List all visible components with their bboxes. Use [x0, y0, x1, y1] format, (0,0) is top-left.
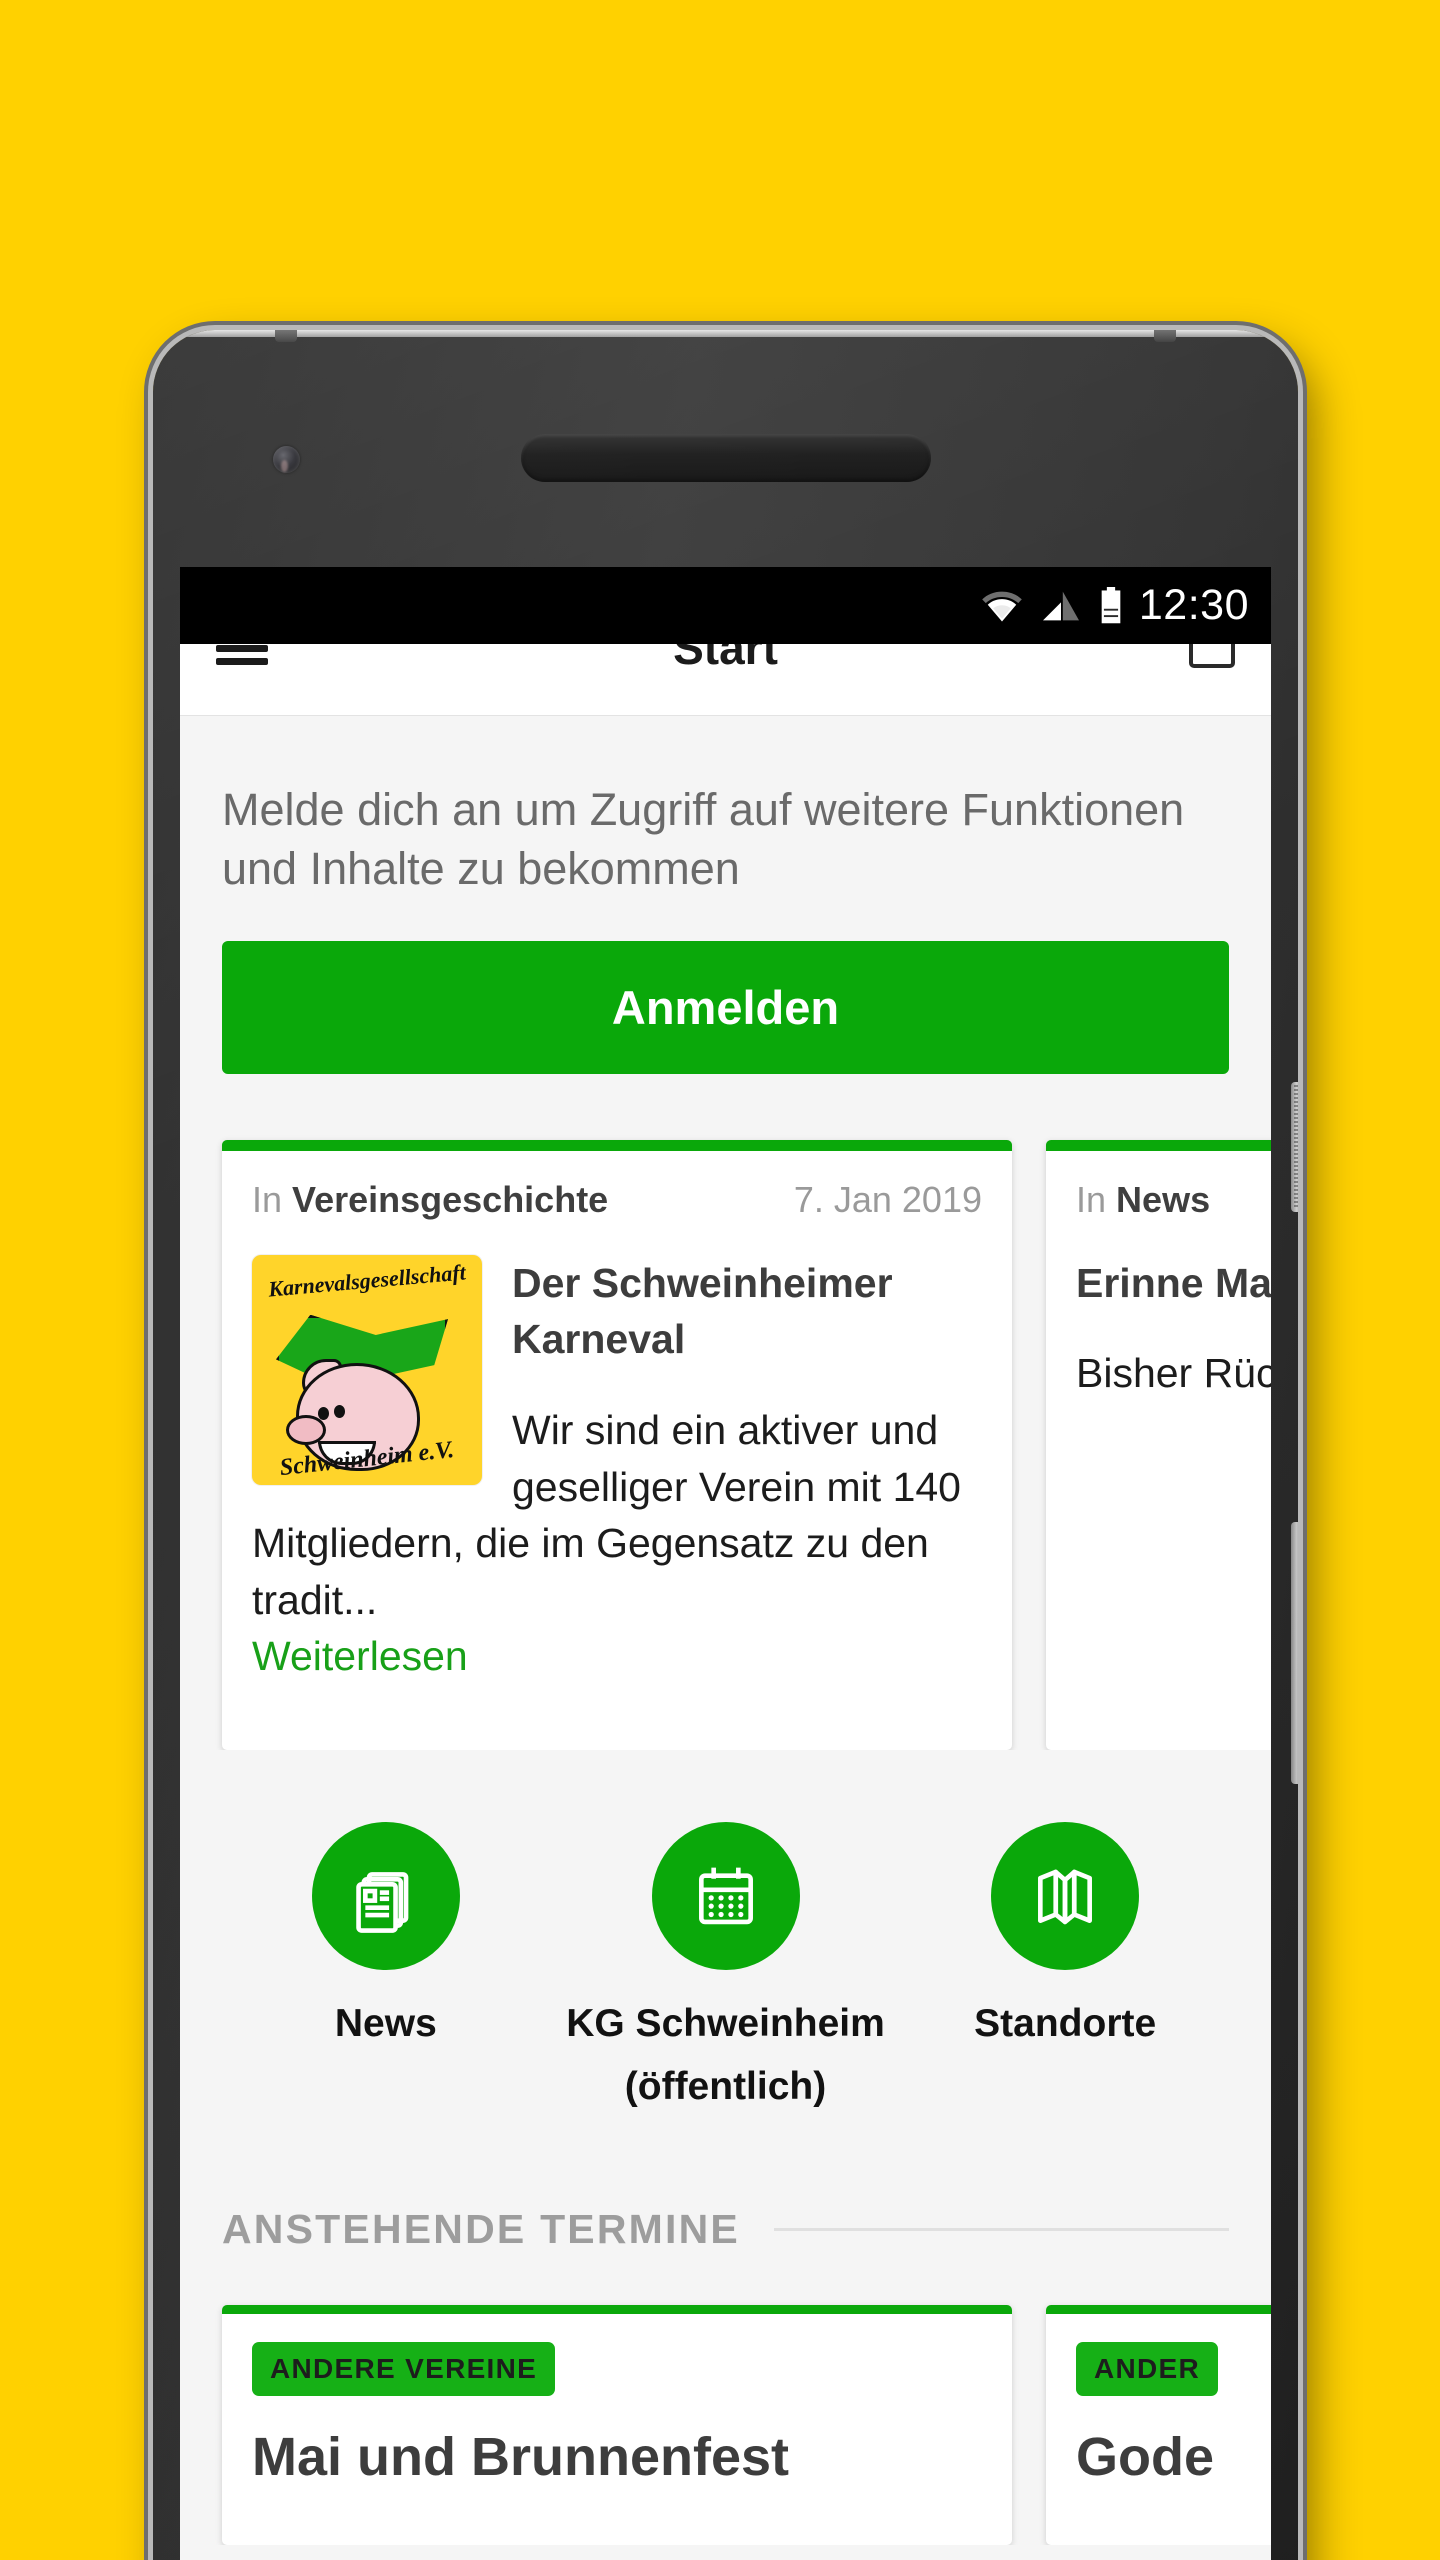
- quick-actions-row: News KG Schweinheim (öffentlich) Standor…: [180, 1750, 1271, 2118]
- event-title: Gode: [1076, 2427, 1215, 2488]
- battery-icon: [1101, 586, 1121, 623]
- wifi-icon: [982, 591, 1022, 621]
- event-title: Mai und Brunnenfest: [252, 2427, 789, 2488]
- event-badge: ANDERE VEREINE: [252, 2342, 556, 2397]
- section-divider: [773, 2228, 1229, 2232]
- logo-arc-top-text: Karnevalsgesellschaft: [267, 1259, 467, 1302]
- account-icon[interactable]: [1189, 644, 1235, 668]
- event-card[interactable]: ANDERE VEREINE Mai und Brunnenfest: [222, 2305, 1012, 2546]
- quick-action-news[interactable]: News: [216, 1821, 556, 2118]
- event-badge: ANDER: [1076, 2342, 1219, 2397]
- quick-action-label: News: [334, 2001, 437, 2045]
- news-card-title: Der Schweinheimer Karneval: [512, 1259, 893, 1363]
- news-card-body: Erinne Maske Bisher Rückn Wir w: [1076, 1255, 1271, 1402]
- karnevalsgesellschaft-schweinheim-logo: Karnevalsgesellschaft Schweinheim e.V.: [252, 1254, 482, 1485]
- news-card-in-label: In: [252, 1178, 283, 1220]
- status-bar: 12:30: [180, 567, 1271, 644]
- news-carousel[interactable]: In Vereinsgeschichte 7. Jan 2019 Karneva…: [180, 1074, 1271, 1750]
- quick-action-label: KG Schweinheim (öffentlich): [566, 2001, 885, 2108]
- section-title: ANSTEHENDE TERMINE: [222, 2206, 740, 2253]
- earpiece-speaker: [520, 434, 931, 482]
- main-content: Melde dich an um Zugriff auf weitere Fun…: [180, 716, 1271, 2560]
- events-carousel[interactable]: ANDERE VEREINE Mai und Brunnenfest ANDER…: [180, 2253, 1271, 2546]
- page-title: Start: [673, 644, 778, 674]
- app-header: Start: [180, 644, 1271, 716]
- pig-eye-right: [334, 1404, 345, 1418]
- login-prompt-section: Melde dich an um Zugriff auf weitere Fun…: [180, 716, 1271, 1074]
- news-card-date: 7. Jan 2019: [793, 1178, 982, 1220]
- phone-screen: 12:30 Start Melde dich an um Zugriff auf…: [180, 567, 1271, 2560]
- quick-action-circle: [311, 1821, 460, 1970]
- news-card-category[interactable]: Vereinsgeschichte: [292, 1179, 608, 1220]
- news-card-title: Erinne Maske: [1076, 1259, 1271, 1306]
- phone-device-frame: 12:30 Start Melde dich an um Zugriff auf…: [153, 330, 1298, 2560]
- news-card-excerpt: Bisher Rückn Wir w: [1076, 1350, 1271, 1397]
- news-card-meta: In News: [1076, 1179, 1271, 1221]
- power-button[interactable]: [1291, 1082, 1298, 1212]
- pig-eye-left: [318, 1406, 329, 1420]
- news-card[interactable]: In Vereinsgeschichte 7. Jan 2019 Karneva…: [222, 1139, 1012, 1750]
- volume-rocker-button[interactable]: [1291, 1522, 1298, 1784]
- weiterlesen-link[interactable]: Weiterlesen: [252, 1633, 468, 1679]
- anmelden-button[interactable]: Anmelden: [222, 940, 1229, 1074]
- calendar-icon: [698, 1867, 753, 1924]
- news-card-body: Karnevalsgesellschaft Schweinheim e.V. D…: [252, 1254, 982, 1685]
- status-bar-clock: 12:30: [1138, 581, 1249, 629]
- news-card-in-label: In: [1076, 1178, 1107, 1220]
- event-card[interactable]: ANDER Gode: [1046, 2305, 1271, 2546]
- phone-antenna-nub-left: [275, 330, 297, 342]
- quick-action-standorte[interactable]: Standorte: [895, 1821, 1235, 2118]
- news-card-meta: In Vereinsgeschichte 7. Jan 2019: [252, 1179, 982, 1221]
- newspaper-icon: [356, 1871, 409, 1933]
- quick-action-label: Standorte: [974, 2001, 1157, 2045]
- phone-antenna-nub-right: [1154, 330, 1176, 342]
- quick-action-circle: [991, 1821, 1140, 1970]
- phone-top-chrome: [153, 330, 1298, 337]
- map-icon: [1038, 1869, 1093, 1924]
- quick-action-kg-schweinheim[interactable]: KG Schweinheim (öffentlich): [556, 1821, 896, 2118]
- cellular-signal-icon: [1042, 591, 1079, 620]
- news-card-category[interactable]: News: [1116, 1179, 1210, 1220]
- camera-glint: [281, 460, 288, 472]
- login-prompt-message: Melde dich an um Zugriff auf weitere Fun…: [222, 784, 1185, 895]
- quick-action-circle: [651, 1821, 800, 1970]
- news-card[interactable]: In News Erinne Maske Bisher Rückn Wir w: [1046, 1139, 1271, 1750]
- section-header-anstehende-termine: ANSTEHENDE TERMINE: [180, 2118, 1271, 2253]
